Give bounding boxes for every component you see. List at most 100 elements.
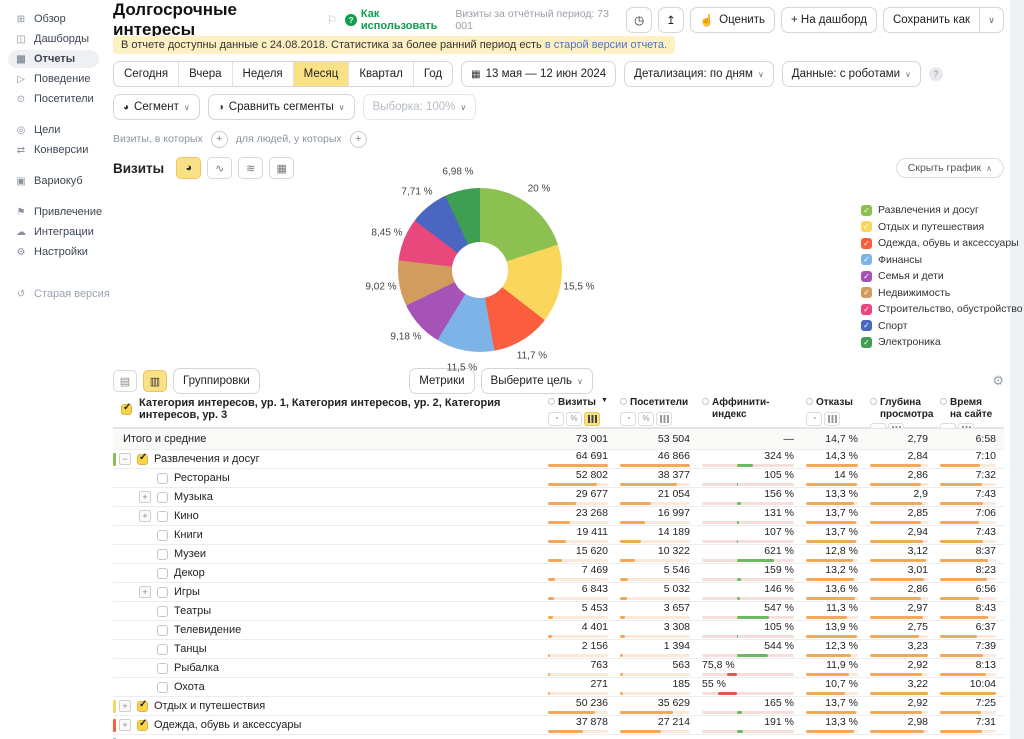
donut-chart-toggle[interactable]: ◕	[176, 157, 201, 179]
sidebar-item[interactable]: ◫Дашборды	[8, 30, 99, 48]
table-settings-gear-icon[interactable]: ⚙	[992, 373, 1004, 389]
period-tab[interactable]: Неделя	[233, 62, 294, 86]
sample-dropdown[interactable]: Выборка: 100%∨	[363, 94, 477, 120]
sidebar-item[interactable]: ⊙Посетители	[8, 90, 99, 108]
legend-checkbox[interactable]: ✓	[861, 320, 872, 331]
percent-view-toggle-icon[interactable]: %	[638, 412, 654, 426]
row-checkbox[interactable]	[137, 701, 148, 712]
table-row[interactable]: Танцы2 1561 394544 %12,3 %3,237:39	[113, 640, 1004, 659]
data-mode-dropdown[interactable]: Данные: с роботами∨	[782, 61, 921, 87]
legend-checkbox[interactable]: ✓	[861, 254, 872, 265]
legend-item[interactable]: ✓Одежда, обувь и аксессуары	[861, 237, 1024, 249]
area-chart-toggle[interactable]: ≋	[238, 157, 263, 179]
line-chart-toggle[interactable]: ∿	[207, 157, 232, 179]
sidebar-item[interactable]: ☁Интеграции	[8, 223, 99, 241]
legend-item[interactable]: ✓Отдых и путешествия	[861, 221, 1024, 233]
row-checkbox[interactable]	[157, 644, 168, 655]
bars-view-toggle-icon[interactable]	[824, 412, 840, 426]
dimension-checkbox[interactable]	[121, 404, 132, 415]
table-row[interactable]: +Отдых и путешествия50 23635 629165 %13,…	[113, 697, 1004, 716]
collapse-button[interactable]: −	[119, 453, 131, 465]
pie-view-toggle-icon[interactable]: ◔	[548, 412, 564, 426]
expand-button[interactable]: +	[139, 510, 151, 522]
table-row[interactable]: Музеи15 62010 322621 %12,8 %3,128:37	[113, 545, 1004, 564]
pie-view-toggle-icon[interactable]: ◔	[620, 412, 636, 426]
period-tab[interactable]: Вчера	[179, 62, 232, 86]
table-row[interactable]: +Кино23 26816 997131 %13,7 %2,857:06	[113, 507, 1004, 526]
period-tab[interactable]: Квартал	[349, 62, 413, 86]
table-row[interactable]: +Музыка29 67721 054156 %13,3 %2,97:43	[113, 488, 1004, 507]
row-checkbox[interactable]	[157, 511, 168, 522]
legend-checkbox[interactable]: ✓	[861, 238, 872, 249]
bars-view-toggle-icon[interactable]	[584, 412, 600, 426]
percent-view-toggle-icon[interactable]: %	[566, 412, 582, 426]
table-row[interactable]: Охота27118555 %10,7 %3,2210:04	[113, 678, 1004, 697]
row-checkbox[interactable]	[157, 682, 168, 693]
row-checkbox[interactable]	[157, 549, 168, 560]
sidebar-item[interactable]: ⊞Обзор	[8, 10, 99, 28]
table-row[interactable]: Телевидение4 4013 308105 %13,9 %2,756:37	[113, 621, 1004, 640]
legend-item[interactable]: ✓Электроника	[861, 336, 1024, 348]
table-row[interactable]: Книги19 41114 189107 %13,7 %2,947:43	[113, 526, 1004, 545]
row-checkbox[interactable]	[157, 568, 168, 579]
table-row[interactable]: Рыбалка76356375,8 %11,9 %2,928:13	[113, 659, 1004, 678]
legend-checkbox[interactable]: ✓	[861, 221, 872, 232]
legend-item[interactable]: ✓Финансы	[861, 254, 1024, 266]
sidebar-item[interactable]: ⇄Конверсии	[8, 141, 99, 159]
flat-view-toggle[interactable]: ▤	[113, 370, 137, 392]
table-row[interactable]: +Одежда, обувь и аксессуары37 87827 2141…	[113, 716, 1004, 735]
row-checkbox[interactable]	[157, 625, 168, 636]
detail-dropdown[interactable]: Детализация: по дням∨	[624, 61, 774, 87]
legend-checkbox[interactable]: ✓	[861, 304, 872, 315]
row-checkbox[interactable]	[157, 530, 168, 541]
expand-button[interactable]: +	[139, 586, 151, 598]
pie-view-toggle-icon[interactable]: ◔	[806, 412, 822, 426]
legend-item[interactable]: ✓Спорт	[861, 320, 1024, 332]
table-row[interactable]: Декор7 4695 546159 %13,2 %3,018:23	[113, 564, 1004, 583]
expand-button[interactable]: +	[119, 719, 131, 731]
expand-button[interactable]: +	[119, 700, 131, 712]
period-tab[interactable]: Месяц	[294, 62, 350, 86]
how-to-use-link[interactable]: ? Как использовать	[345, 8, 455, 32]
sidebar-item[interactable]: ▦Отчеты	[8, 50, 99, 68]
row-checkbox[interactable]	[157, 606, 168, 617]
legend-item[interactable]: ✓Недвижимость	[861, 287, 1024, 299]
legend-checkbox[interactable]: ✓	[861, 205, 872, 216]
tree-view-toggle[interactable]: ▥	[143, 370, 167, 392]
table-row[interactable]: Театры5 4533 657547 %11,3 %2,978:43	[113, 602, 1004, 621]
bookmark-icon[interactable]: ⚐	[327, 13, 338, 27]
sidebar-item[interactable]: ▣Вариокуб	[8, 172, 99, 190]
dimension-header[interactable]: Категория интересов, ур. 1, Категория ин…	[113, 397, 536, 421]
row-checkbox[interactable]	[137, 720, 148, 731]
table-row[interactable]: +Игры6 8435 032146 %13,6 %2,866:56	[113, 583, 1004, 602]
compare-segments-button[interactable]: ◑ Сравнить сегменты∨	[208, 94, 355, 120]
groupings-button[interactable]: Группировки	[173, 368, 260, 394]
export-button[interactable]: ↥	[658, 7, 684, 33]
legend-checkbox[interactable]: ✓	[861, 271, 872, 282]
old-version-report-link[interactable]: в старой версии отчета.	[545, 39, 667, 51]
sidebar-item[interactable]: ⚑Привлечение	[8, 203, 99, 221]
add-people-filter-button[interactable]: +	[350, 131, 367, 148]
sidebar-item[interactable]: ◎Цели	[8, 121, 99, 139]
period-tab[interactable]: Год	[414, 62, 452, 86]
legend-checkbox[interactable]: ✓	[861, 287, 872, 298]
bars-view-toggle-icon[interactable]	[656, 412, 672, 426]
help-icon[interactable]: ?	[929, 67, 943, 81]
save-as-button[interactable]: Сохранить как	[883, 7, 980, 33]
add-visit-filter-button[interactable]: +	[211, 131, 228, 148]
row-checkbox[interactable]	[137, 454, 148, 465]
legend-item[interactable]: ✓Развлечения и досуг	[861, 204, 1024, 216]
sidebar-item[interactable]: ↺Старая версия	[8, 285, 99, 303]
row-checkbox[interactable]	[157, 492, 168, 503]
table-row[interactable]: −Развлечения и досуг64 69146 866324 %14,…	[113, 450, 1004, 469]
sidebar-item[interactable]: ⚙Настройки	[8, 243, 99, 261]
history-button[interactable]: ◷	[626, 7, 652, 33]
row-checkbox[interactable]	[157, 663, 168, 674]
sidebar-item[interactable]: ▷Поведение	[8, 70, 99, 88]
row-checkbox[interactable]	[157, 473, 168, 484]
period-tab[interactable]: Сегодня	[114, 62, 179, 86]
segment-button[interactable]: ◕ Сегмент∨	[113, 94, 200, 120]
save-as-caret-button[interactable]: ∨	[980, 7, 1004, 33]
row-checkbox[interactable]	[157, 587, 168, 598]
add-to-dashboard-button[interactable]: + На дашборд	[781, 7, 877, 33]
